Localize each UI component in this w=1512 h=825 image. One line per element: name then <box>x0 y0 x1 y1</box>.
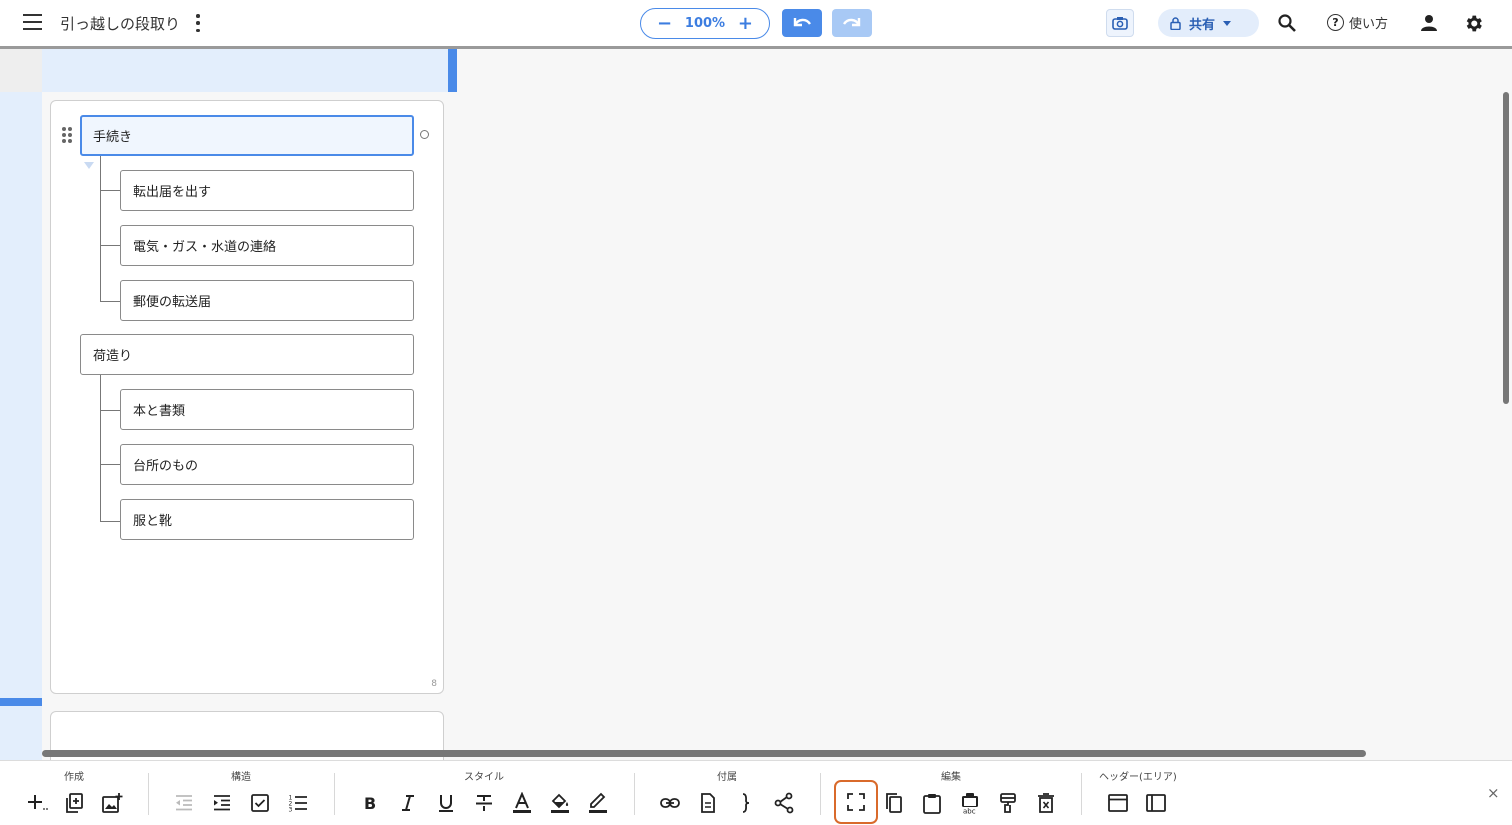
bold-icon[interactable]: B <box>357 790 383 816</box>
group-separator <box>634 773 635 815</box>
duplicate-node-icon[interactable] <box>61 790 87 816</box>
outline-node[interactable]: 本と書類 <box>120 389 414 430</box>
redo-icon <box>843 18 861 27</box>
help-icon: ? <box>1327 14 1344 31</box>
outline-node[interactable]: 台所のもの <box>120 444 414 485</box>
outline-node[interactable]: 電気・ガス・水道の連絡 <box>120 225 414 266</box>
screenshot-button[interactable] <box>1106 9 1134 37</box>
drag-handle-icon[interactable] <box>62 127 72 143</box>
text-color-icon[interactable] <box>509 790 535 816</box>
group-label-create: 作成 <box>64 772 84 783</box>
tree-connector <box>100 190 120 191</box>
paste-icon[interactable] <box>919 790 945 816</box>
help-button[interactable]: ? 使い方 <box>1327 13 1388 32</box>
close-toolbar-button[interactable]: × <box>1487 784 1500 802</box>
outline-node[interactable]: 転出届を出す <box>120 170 414 211</box>
settings-gear-icon[interactable] <box>1462 12 1484 34</box>
camera-icon <box>1112 17 1128 30</box>
node-count: 8 <box>431 679 437 689</box>
tree-connector <box>100 156 101 302</box>
underline-icon[interactable] <box>433 790 459 816</box>
area-column-header[interactable] <box>42 49 448 92</box>
numbered-list-icon[interactable]: 123 <box>285 790 311 816</box>
group-label-style: スタイル <box>464 772 504 783</box>
collapse-triangle-icon[interactable] <box>84 162 94 169</box>
undo-button[interactable] <box>782 9 822 37</box>
undo-icon <box>793 18 811 27</box>
brace-icon[interactable] <box>733 790 759 816</box>
top-bar: 引っ越しの段取り − 100% + 共有 ? 使い方 <box>0 0 1512 46</box>
redo-button[interactable] <box>832 9 872 37</box>
vertical-scrollbar[interactable] <box>1503 92 1509 404</box>
add-image-icon[interactable] <box>99 790 125 816</box>
outdent-icon[interactable] <box>171 790 197 816</box>
italic-icon[interactable] <box>395 790 421 816</box>
area-corner <box>0 49 42 92</box>
connect-icon[interactable] <box>771 790 797 816</box>
search-icon[interactable] <box>1276 12 1298 34</box>
add-node-icon[interactable] <box>24 790 50 816</box>
column-header-icon[interactable] <box>1105 790 1131 816</box>
zoom-level[interactable]: 100% <box>685 16 725 31</box>
checkbox-icon[interactable] <box>247 790 273 816</box>
svg-text:3: 3 <box>289 807 293 814</box>
area-row-header[interactable] <box>0 92 42 760</box>
outline-node[interactable]: 郵便の転送届 <box>120 280 414 321</box>
group-label-structure: 構造 <box>231 772 251 783</box>
share-button[interactable]: 共有 <box>1158 9 1259 37</box>
bottom-toolbar: 作成 構造 スタイル 付属 編集 ヘッダー(エリア) 123 B abc <box>0 760 1512 825</box>
link-icon[interactable] <box>657 790 683 816</box>
tree-connector <box>100 521 120 522</box>
tree-connector <box>100 245 120 246</box>
delete-icon[interactable] <box>1033 790 1059 816</box>
tree-connector <box>100 301 120 302</box>
copy-icon[interactable] <box>881 790 907 816</box>
format-painter-icon[interactable] <box>995 790 1021 816</box>
svg-text:abc: abc <box>963 808 976 815</box>
account-icon[interactable] <box>1418 12 1440 34</box>
document-title[interactable]: 引っ越しの段取り <box>60 13 180 34</box>
border-color-icon[interactable] <box>585 790 611 816</box>
group-separator <box>820 773 821 815</box>
fill-color-icon[interactable] <box>547 790 573 816</box>
horizontal-scrollbar[interactable] <box>42 750 1366 757</box>
more-options-icon[interactable] <box>194 14 202 32</box>
group-label-header-area: ヘッダー(エリア) <box>1099 772 1177 783</box>
area-column-accent <box>448 49 457 92</box>
group-label-attachment: 付属 <box>717 772 737 783</box>
zoom-control: − 100% + <box>640 8 770 39</box>
outline-node[interactable]: 服と靴 <box>120 499 414 540</box>
note-icon[interactable] <box>695 790 721 816</box>
share-label: 共有 <box>1189 17 1216 33</box>
svg-text:B: B <box>364 794 376 813</box>
tree-connector <box>100 464 120 465</box>
indent-icon[interactable] <box>209 790 235 816</box>
strikethrough-icon[interactable] <box>471 790 497 816</box>
tree-connector <box>100 410 120 411</box>
outline-node[interactable]: 手続き <box>80 115 414 156</box>
lock-icon <box>1170 16 1181 30</box>
group-separator <box>1081 773 1082 815</box>
group-separator <box>334 773 335 815</box>
outline-node[interactable]: 荷造り <box>80 334 414 375</box>
chevron-down-icon <box>1223 20 1232 26</box>
zoom-in-button[interactable]: + <box>738 14 753 33</box>
help-label: 使い方 <box>1349 17 1389 32</box>
paste-text-icon[interactable]: abc <box>957 790 983 816</box>
zoom-out-button[interactable]: − <box>657 14 672 33</box>
group-separator <box>148 773 149 815</box>
group-label-edit: 編集 <box>941 772 961 783</box>
menu-icon[interactable] <box>22 14 42 30</box>
tree-connector <box>100 375 101 522</box>
area-row-accent <box>0 698 42 706</box>
node-status-icon[interactable] <box>420 130 429 139</box>
row-header-icon[interactable] <box>1143 790 1169 816</box>
select-area-icon[interactable] <box>834 780 878 824</box>
